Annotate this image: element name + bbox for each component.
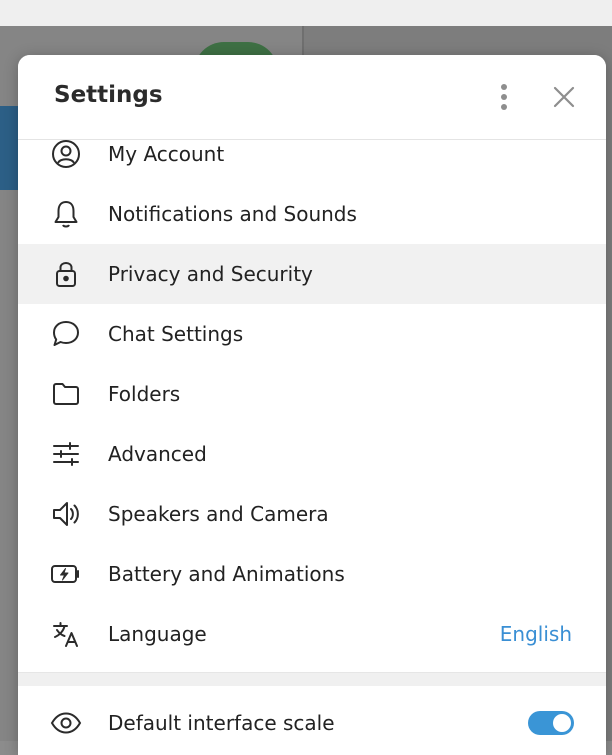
menu-item-label: Folders xyxy=(108,382,181,406)
menu-item-label: Language xyxy=(108,622,207,646)
more-options-button[interactable] xyxy=(484,75,524,119)
default-interface-scale-label: Default interface scale xyxy=(108,711,335,735)
sliders-icon xyxy=(50,438,82,470)
close-icon xyxy=(553,86,575,108)
default-interface-scale-row[interactable]: Default interface scale xyxy=(18,693,606,753)
window-top-bar xyxy=(0,0,612,26)
menu-item-language[interactable]: Language English xyxy=(18,604,606,664)
battery-charging-icon xyxy=(50,558,82,590)
menu-item-label: Advanced xyxy=(108,442,207,466)
settings-dialog: Settings My Account Notifications and So… xyxy=(18,55,606,755)
close-button[interactable] xyxy=(544,75,584,119)
default-interface-scale-toggle[interactable] xyxy=(528,711,574,735)
menu-item-label: Battery and Animations xyxy=(108,562,345,586)
eye-icon xyxy=(50,707,82,739)
speaker-icon xyxy=(50,498,82,530)
dialog-title: Settings xyxy=(54,82,163,108)
menu-item-speakers-camera[interactable]: Speakers and Camera xyxy=(18,484,606,544)
menu-item-chat-settings[interactable]: Chat Settings xyxy=(18,304,606,364)
section-divider xyxy=(18,672,606,686)
toggle-knob xyxy=(551,712,573,734)
folder-icon xyxy=(50,378,82,410)
chat-bubble-icon xyxy=(50,318,82,350)
menu-item-label: My Account xyxy=(108,142,225,166)
menu-item-label: Privacy and Security xyxy=(108,262,313,286)
account-circle-icon xyxy=(50,138,82,170)
menu-item-notifications[interactable]: Notifications and Sounds xyxy=(18,184,606,244)
more-vertical-icon xyxy=(500,83,508,111)
menu-item-label: Chat Settings xyxy=(108,322,244,346)
translate-icon xyxy=(50,618,82,650)
current-language-value: English xyxy=(499,622,572,646)
bell-icon xyxy=(50,198,82,230)
dialog-header: Settings xyxy=(18,55,606,140)
menu-item-privacy-security[interactable]: Privacy and Security xyxy=(18,244,606,304)
lock-icon xyxy=(50,258,82,290)
settings-menu: My Account Notifications and Sounds Priv… xyxy=(18,124,606,664)
menu-item-label: Speakers and Camera xyxy=(108,502,329,526)
menu-item-folders[interactable]: Folders xyxy=(18,364,606,424)
menu-item-battery-animations[interactable]: Battery and Animations xyxy=(18,544,606,604)
menu-item-label: Notifications and Sounds xyxy=(108,202,357,226)
menu-item-advanced[interactable]: Advanced xyxy=(18,424,606,484)
